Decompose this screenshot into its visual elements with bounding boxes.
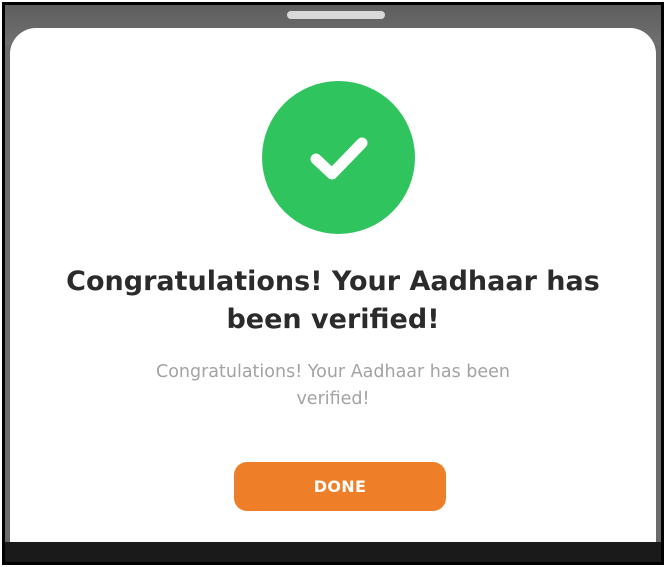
done-button[interactable]: DONE: [234, 462, 446, 511]
screenshot-frame: Congratulations! Your Aadhaar has been v…: [2, 2, 664, 565]
verification-success-sheet: Congratulations! Your Aadhaar has been v…: [10, 28, 656, 553]
check-icon: [310, 137, 367, 179]
sheet-drag-handle[interactable]: [287, 11, 385, 19]
dialog-message: Congratulations! Your Aadhaar has been v…: [155, 362, 511, 409]
bottom-navigation-bar: [5, 542, 661, 562]
dialog-title: Congratulations! Your Aadhaar has been v…: [66, 266, 600, 335]
success-badge: [262, 81, 415, 234]
